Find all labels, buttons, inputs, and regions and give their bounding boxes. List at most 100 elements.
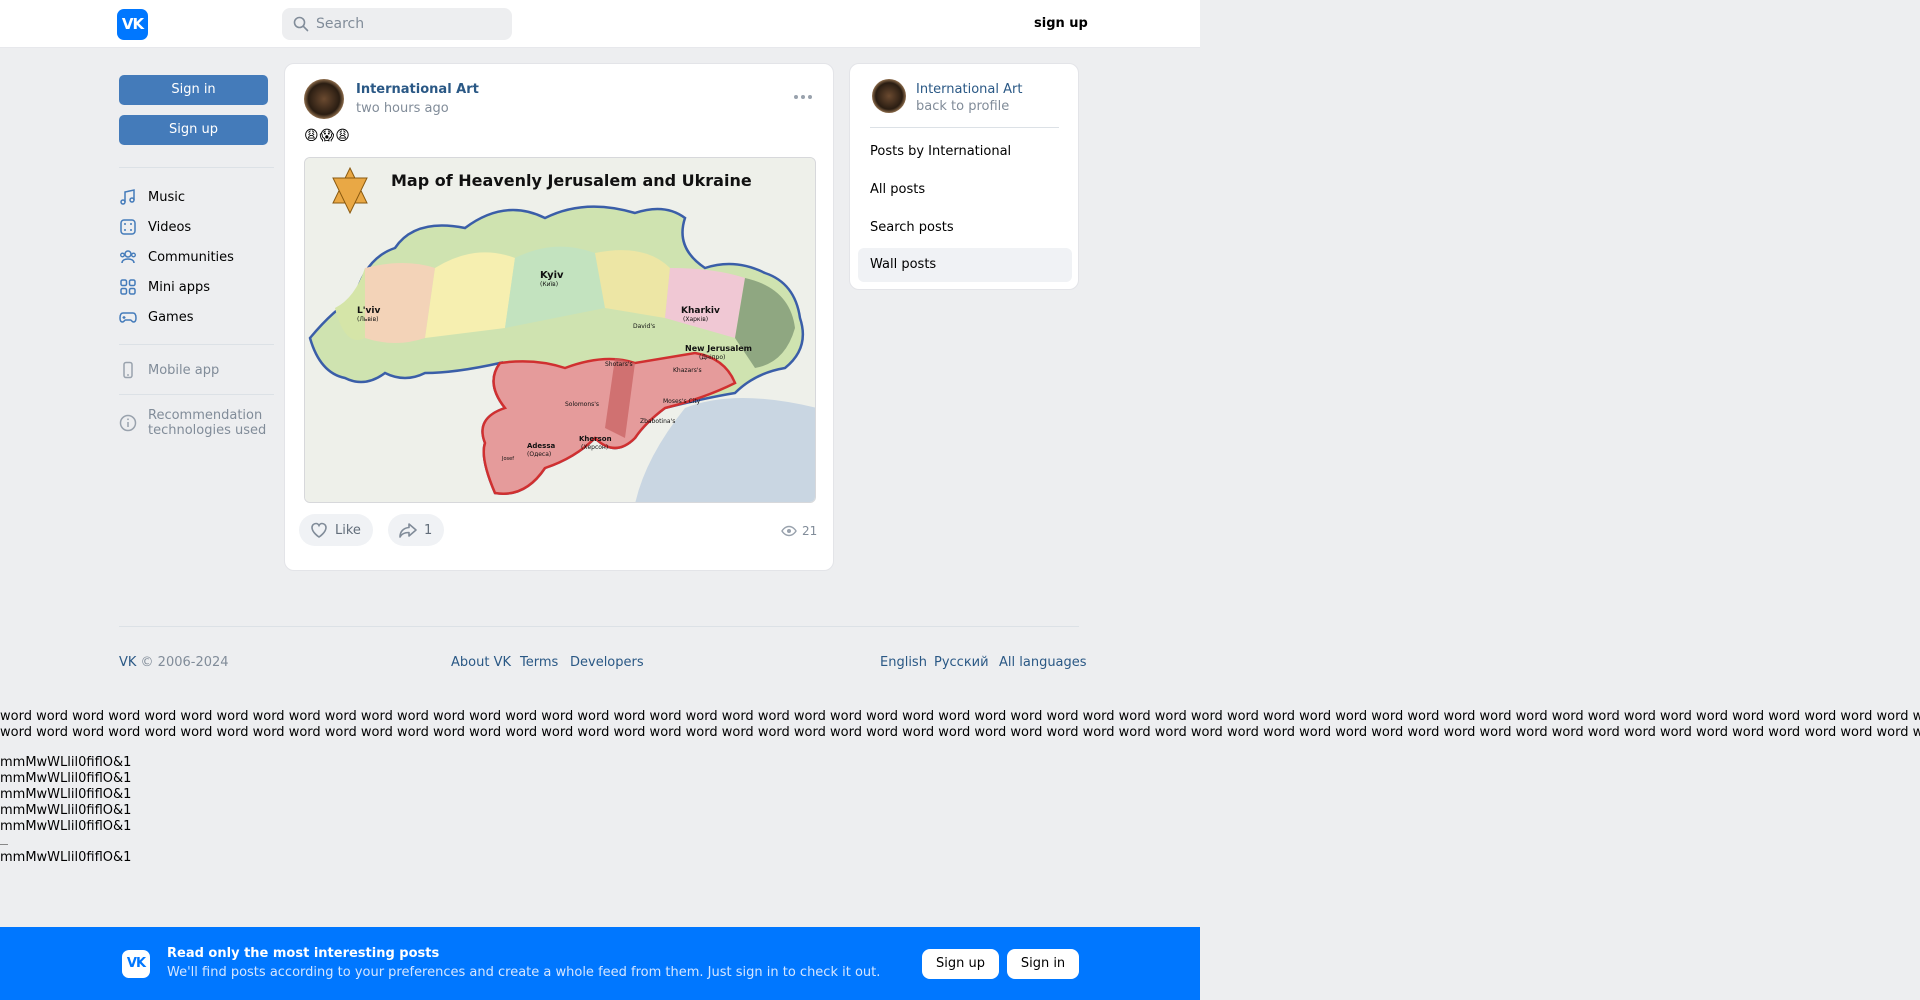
sidebar-divider [119,394,274,395]
language-english[interactable]: English [880,655,927,670]
svg-text:Moses's City: Moses's City [663,398,701,405]
svg-text:New Jerusalem: New Jerusalem [685,344,752,353]
svg-text:(Львів): (Львів) [357,316,378,323]
share-button[interactable]: 1 [388,514,445,546]
back-to-profile-link[interactable]: back to profile [916,99,1009,114]
svg-text:Khazars's: Khazars's [673,367,702,374]
sidebar-item-recommendation[interactable]: Recommendation technologies used [119,408,268,440]
sidebar-item-label: Mobile app [148,362,220,378]
share-icon [399,523,417,538]
svg-text:Shotars's: Shotars's [605,361,633,368]
glyph-line: mmMwWLlil0fiflO&1 [0,771,132,786]
svg-text:(Одеса): (Одеса) [527,451,551,458]
search-input[interactable] [316,8,506,40]
sidebar-item-videos[interactable]: Videos [119,217,191,237]
svg-text:Kyiv: Kyiv [540,270,564,281]
vk-footer-link[interactable]: VK [119,655,136,670]
banner-subtitle: We'll find posts according to your prefe… [167,965,881,980]
sign-in-button[interactable]: Sign in [119,75,268,105]
sidebar-item-mobile-app[interactable]: Mobile app [119,360,219,380]
all-posts-link[interactable]: All posts [858,173,1072,207]
glyph-line: mmMwWLlil0fiflO&1 [0,755,132,770]
communities-icon [120,250,136,264]
filler-line: word word word word word word word word … [0,725,1920,740]
search-icon [293,16,309,32]
developers-link[interactable]: Developers [570,655,644,670]
svg-text:Josef: Josef [501,456,514,462]
svg-text:Solomons's: Solomons's [565,401,599,408]
wall-posts-link[interactable]: Wall posts [858,248,1072,282]
sidebar-item-label: Games [148,309,194,325]
games-icon [119,312,137,323]
views-count: 21 [802,524,818,538]
filler-words: word word word word word word word word … [0,709,1920,741]
svg-text:L'viv: L'viv [357,306,380,316]
post-time[interactable]: two hours ago [356,101,449,116]
search-box[interactable] [282,8,512,40]
like-label: Like [335,522,361,538]
card-divider [870,127,1059,128]
mobile-phone-icon [123,361,133,379]
map-title: Map of Heavenly Jerusalem and Ukraine [391,171,752,190]
copyright: VK © 2006-2024 [119,655,229,670]
like-button[interactable]: Like [299,514,373,546]
banner-vk-logo: VK [122,950,150,978]
glyph-line: mmMwWLlil0fiflO&1 [0,803,132,818]
profile-avatar[interactable] [872,79,906,113]
copyright-text: © 2006-2024 [136,655,229,670]
footer-divider [119,626,1079,627]
all-languages-link[interactable]: All languages [999,655,1087,670]
sidebar-item-label: Recommendation technologies used [148,408,267,438]
glyph-line: mmMwWLlil0fiflO&1 [0,819,132,834]
glyph-line: mmMwWLlil0fiflO&1 [0,850,132,865]
glyph-line: mmMwWLlil0fiflO&1 [0,787,132,802]
svg-text:(Харків): (Харків) [683,316,708,323]
videos-icon [120,219,136,235]
svg-text:(Дніпро): (Дніпро) [699,354,725,361]
profile-nav-card: International Art back to profile Posts … [849,63,1079,290]
language-russian[interactable]: Русский [934,655,989,670]
sidebar-item-communities[interactable]: Communities [119,247,234,267]
svg-text:Kharkiv: Kharkiv [681,306,720,316]
signup-banner: VK Read only the most interesting posts … [0,927,1200,1000]
heart-icon [311,522,327,538]
sidebar-item-label: Communities [148,249,234,265]
sidebar-divider [119,167,274,168]
mini-apps-icon [120,279,136,295]
svg-text:Adessa: Adessa [527,442,556,450]
sign-up-button[interactable]: Sign up [119,115,268,145]
post-card: International Art two hours ago 😩😱😩 Map … [284,63,834,571]
banner-sign-in-button[interactable]: Sign in [1007,949,1079,979]
sidebar-item-label: Mini apps [148,279,211,295]
search-posts-link[interactable]: Search posts [858,211,1072,245]
sidebar-item-music[interactable]: Music [119,187,185,207]
sidebar-item-label: Music [148,189,185,205]
sidebar-item-games[interactable]: Games [119,307,193,327]
post-text: 😩😱😩 [304,128,351,144]
header-signup-link[interactable]: sign up [1034,16,1088,31]
svg-text:Kherson: Kherson [579,435,612,443]
more-options-icon[interactable] [793,94,813,100]
post-author[interactable]: International Art [356,82,479,97]
vk-logo[interactable]: VK [117,9,148,40]
filler-line: word word word word word word word word … [0,709,1920,724]
music-icon [120,189,135,205]
eye-icon [781,525,797,537]
terms-link[interactable]: Terms [520,655,558,670]
top-header: VK sign up [0,0,1200,48]
dash-mark [0,835,131,850]
svg-text:(Київ): (Київ) [540,281,558,288]
author-avatar[interactable] [304,79,344,119]
profile-name-link[interactable]: International Art [916,82,1022,97]
svg-text:(Херсон): (Херсон) [581,444,608,451]
sidebar-item-label: Videos [148,219,192,235]
about-vk-link[interactable]: About VK [451,655,511,670]
banner-sign-up-button[interactable]: Sign up [922,949,999,979]
svg-text:David's: David's [633,323,655,330]
views-counter: 21 [781,524,817,538]
post-image[interactable]: Map of Heavenly Jerusalem and Ukraine L'… [304,157,816,503]
posts-by-link[interactable]: Posts by International [858,135,1072,169]
sidebar-item-mini-apps[interactable]: Mini apps [119,277,210,297]
info-icon [119,414,137,432]
banner-title: Read only the most interesting posts [167,946,440,961]
